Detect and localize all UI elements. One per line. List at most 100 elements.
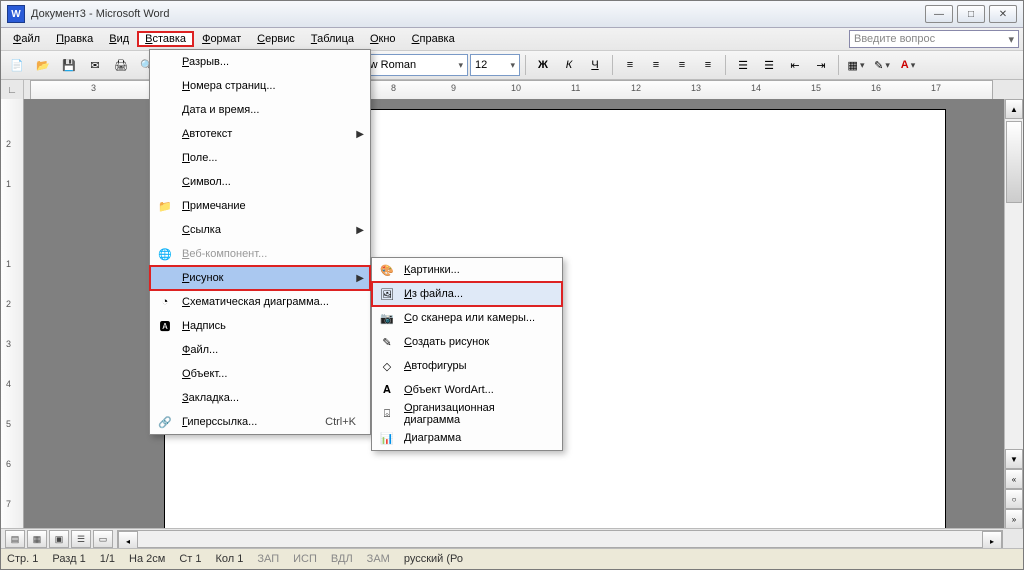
align-left-icon[interactable]: ≡ (618, 53, 642, 77)
submenu-item-label: Картинки... (400, 264, 544, 276)
link-icon: 🔗 (152, 410, 178, 434)
scroll-down-icon[interactable]: ▼ (1005, 449, 1023, 469)
menu-правка[interactable]: Правка (48, 31, 101, 47)
menu-item-номера-страниц-[interactable]: Номера страниц... (150, 74, 370, 98)
mail-icon[interactable]: ✉ (83, 53, 107, 77)
print-icon[interactable]: 🖨 (109, 53, 133, 77)
menu-окно[interactable]: Окно (362, 31, 404, 47)
vertical-scrollbar[interactable]: ▲ ▼ « ○ » (1004, 99, 1023, 529)
scroll-up-icon[interactable]: ▲ (1005, 99, 1023, 119)
menu-формат[interactable]: Формат (194, 31, 249, 47)
print-view-icon[interactable]: ▣ (49, 530, 69, 548)
font-size-field[interactable]: 12 ▾ (470, 54, 520, 76)
view-buttons: ▤ ▦ ▣ ☰ ▭ (1, 530, 117, 548)
org-icon: ⌺ (374, 402, 400, 426)
menu-item-label: Примечание (178, 200, 352, 212)
align-justify-icon[interactable]: ≡ (696, 53, 720, 77)
ruler-tick: 1 (6, 179, 11, 189)
menu-item-ссылка[interactable]: Ссылка▶ (150, 218, 370, 242)
web-view-icon[interactable]: ▦ (27, 530, 47, 548)
ruler-tick: 15 (811, 83, 821, 93)
minimize-button[interactable]: — (925, 5, 953, 23)
submenu-item-из-файла-[interactable]: 🖼Из файла... (372, 282, 562, 306)
highlight-icon[interactable]: ✎▾ (870, 53, 894, 77)
menu-вставка[interactable]: Вставка (137, 31, 194, 47)
help-search-box[interactable]: Введите вопрос▾ (849, 30, 1019, 48)
reading-view-icon[interactable]: ▭ (93, 530, 113, 548)
menu-item-label: Веб-компонент... (178, 248, 352, 260)
menu-item-файл-[interactable]: Файл... (150, 338, 370, 362)
save-icon[interactable]: 💾 (57, 53, 81, 77)
submenu-item-автофигуры[interactable]: ◇Автофигуры (372, 354, 562, 378)
diagram-icon: ◔ (152, 290, 178, 314)
prev-page-icon[interactable]: « (1005, 469, 1023, 489)
indent-icon[interactable]: ⇥ (809, 53, 833, 77)
ruler-tick: 4 (6, 379, 11, 389)
menu-вид[interactable]: Вид (101, 31, 137, 47)
menu-item-автотекст[interactable]: Автотекст▶ (150, 122, 370, 146)
font-color-icon[interactable]: A▾ (896, 53, 920, 77)
submenu-item-объект-wordart-[interactable]: 𝐀Объект WordArt... (372, 378, 562, 402)
menu-item-рисунок[interactable]: Рисунок▶ (150, 266, 370, 290)
menu-справка[interactable]: Справка (404, 31, 463, 47)
maximize-button[interactable]: □ (957, 5, 985, 23)
statusbar: Стр. 1 Разд 1 1/1 На 2см Ст 1 Кол 1 ЗАП … (1, 548, 1023, 569)
bold-icon[interactable]: Ж (531, 53, 555, 77)
ruler-tick: 5 (6, 419, 11, 429)
browse-object-icon[interactable]: ○ (1005, 489, 1023, 509)
vertical-ruler[interactable]: 211234567 (1, 99, 24, 529)
align-right-icon[interactable]: ≡ (670, 53, 694, 77)
menu-файл[interactable]: Файл (5, 31, 48, 47)
menu-item-поле-[interactable]: Поле... (150, 146, 370, 170)
menu-item-label: Автотекст (178, 128, 352, 140)
submenu-item-создать-рисунок[interactable]: ✎Создать рисунок (372, 330, 562, 354)
menu-item-гиперссылка-[interactable]: 🔗Гиперссылка...Ctrl+K (150, 410, 370, 434)
underline-icon[interactable]: Ч (583, 53, 607, 77)
status-lang: русский (Ро (404, 553, 463, 565)
menu-таблица[interactable]: Таблица (303, 31, 362, 47)
outdent-icon[interactable]: ⇤ (783, 53, 807, 77)
outline-view-icon[interactable]: ☰ (71, 530, 91, 548)
menu-item-объект-[interactable]: Объект... (150, 362, 370, 386)
menu-item-надпись[interactable]: 🅰Надпись (150, 314, 370, 338)
menu-item-схематическая-диаграмма-[interactable]: ◔Схематическая диаграмма... (150, 290, 370, 314)
menu-сервис[interactable]: Сервис (249, 31, 303, 47)
menu-item-закладка-[interactable]: Закладка... (150, 386, 370, 410)
scroll-thumb[interactable] (1006, 121, 1022, 203)
blank-icon (152, 170, 178, 194)
new-doc-icon[interactable]: 📄 (5, 53, 29, 77)
status-at: На 2см (129, 553, 165, 565)
menu-item-символ-[interactable]: Символ... (150, 170, 370, 194)
blank-icon (152, 74, 178, 98)
next-page-icon[interactable]: » (1005, 509, 1023, 529)
open-icon[interactable]: 📂 (31, 53, 55, 77)
new-icon: ✎ (374, 330, 400, 354)
submenu-item-организационная-диаграмма[interactable]: ⌺Организационная диаграмма (372, 402, 562, 426)
borders-icon[interactable]: ▦▾ (844, 53, 868, 77)
submenu-item-диаграмма[interactable]: 📊Диаграмма (372, 426, 562, 450)
numbered-list-icon[interactable]: ☰ (731, 53, 755, 77)
menu-item-примечание[interactable]: 📁Примечание (150, 194, 370, 218)
menu-item-разрыв-[interactable]: Разрыв... (150, 50, 370, 74)
clip-icon: 🎨 (374, 258, 400, 282)
ruler-tick: 3 (91, 83, 96, 93)
align-center-icon[interactable]: ≡ (644, 53, 668, 77)
shapes-icon: ◇ (374, 354, 400, 378)
toolbar-separator (612, 55, 613, 75)
blank-icon (152, 386, 178, 410)
status-line: Ст 1 (179, 553, 201, 565)
submenu-item-label: Со сканера или камеры... (400, 312, 544, 324)
close-button[interactable]: ✕ (989, 5, 1017, 23)
bulleted-list-icon[interactable]: ☰ (757, 53, 781, 77)
menubar: ФайлПравкаВидВставкаФорматСервисТаблицаО… (1, 28, 1023, 51)
normal-view-icon[interactable]: ▤ (5, 530, 25, 548)
scroll-track[interactable] (1005, 119, 1023, 449)
horizontal-scrollbar[interactable]: ◂ ▸ (117, 530, 1003, 548)
submenu-item-label: Создать рисунок (400, 336, 544, 348)
wordart-icon: 𝐀 (374, 378, 400, 402)
ruler-tick: 14 (751, 83, 761, 93)
menu-item-дата-и-время-[interactable]: Дата и время... (150, 98, 370, 122)
submenu-item-картинки-[interactable]: 🎨Картинки... (372, 258, 562, 282)
italic-icon[interactable]: К (557, 53, 581, 77)
submenu-item-со-сканера-или-камеры-[interactable]: 📷Со сканера или камеры... (372, 306, 562, 330)
